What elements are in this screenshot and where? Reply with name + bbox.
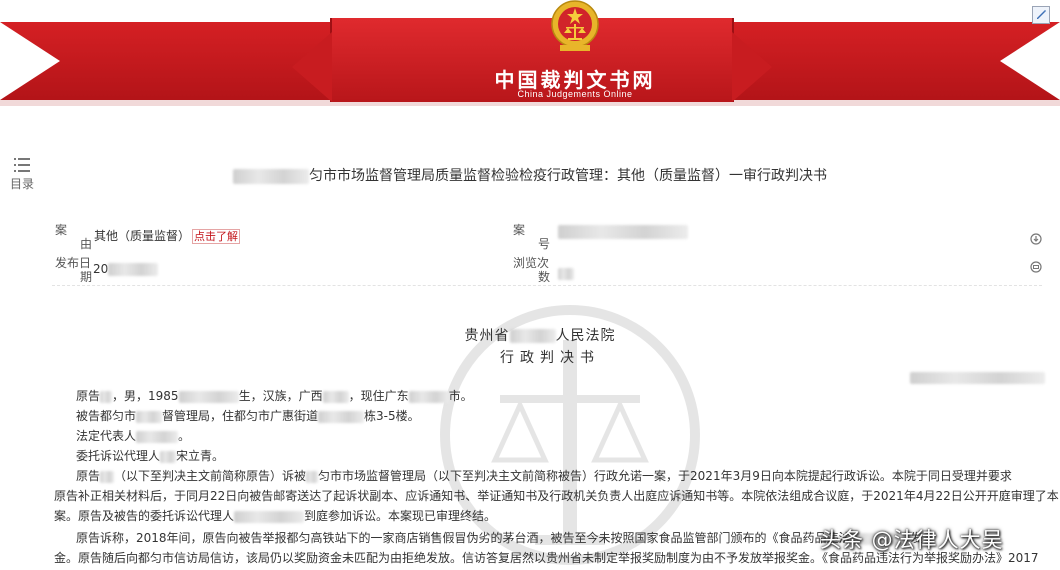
paragraph-line: 案。原告及被告的委托诉讼代理人 到庭参加诉讼。本案现已审理终结。 xyxy=(54,509,497,523)
divider xyxy=(52,285,1042,286)
site-subtitle: China Judgements Online xyxy=(517,89,633,99)
cause-value: 其他（质量监督） 点击了解 xyxy=(94,229,241,244)
redacted-text xyxy=(558,224,688,239)
legal-representative: 法定代表人。 xyxy=(76,429,191,443)
publish-date-value: 20 xyxy=(93,262,159,276)
agent: 委托诉讼代理人 宋立青。 xyxy=(76,449,225,463)
redacted-text xyxy=(558,267,574,280)
case-number-label: 案 号 xyxy=(513,223,551,251)
watermark-text: 头条 @法律人大吴 xyxy=(820,528,1004,552)
case-number-value xyxy=(558,224,688,239)
views-label: 浏览次 数 xyxy=(513,256,551,284)
page-edit-icon[interactable] xyxy=(1032,6,1050,24)
redacted-text xyxy=(108,263,159,276)
document-kind: 行政判决书 xyxy=(500,350,600,366)
redacted-case-number-right xyxy=(910,367,1045,386)
court-emblem-icon xyxy=(551,0,599,51)
views-value xyxy=(558,266,574,280)
party-plaintiff: 原告 ，男，1985 生，汉族，广西 ，现住广东 市。 xyxy=(76,389,473,403)
document-title: 匀市市场监督管理局质量监督检验检疫行政管理：其他（质量监督）一审行政判决书 xyxy=(0,165,1060,185)
redacted-text xyxy=(233,168,309,184)
learn-more-link[interactable]: 点击了解 xyxy=(192,229,241,244)
redacted-text xyxy=(509,329,556,343)
print-icon[interactable] xyxy=(1029,260,1043,274)
paragraph-line: 原告补正相关材料后，于同月22日向被告邮寄送达了起诉状副本、应诉通知书、举证通知… xyxy=(54,489,1059,503)
cause-label: 案 由 xyxy=(55,223,93,251)
site-header: 中国裁判文书网 China Judgements Online xyxy=(0,0,1060,122)
paragraph-line: 原告 （以下至判决主文前简称原告）诉被 匀市市场监督管理局（以下至判决主文前简称被告… xyxy=(76,469,1012,483)
court-name: 贵州省 人民法院 xyxy=(464,328,616,344)
party-defendant: 被告都匀市 督管理局，住都匀市广惠街道 栋3-5楼。 xyxy=(76,409,420,423)
download-icon[interactable] xyxy=(1029,232,1043,246)
